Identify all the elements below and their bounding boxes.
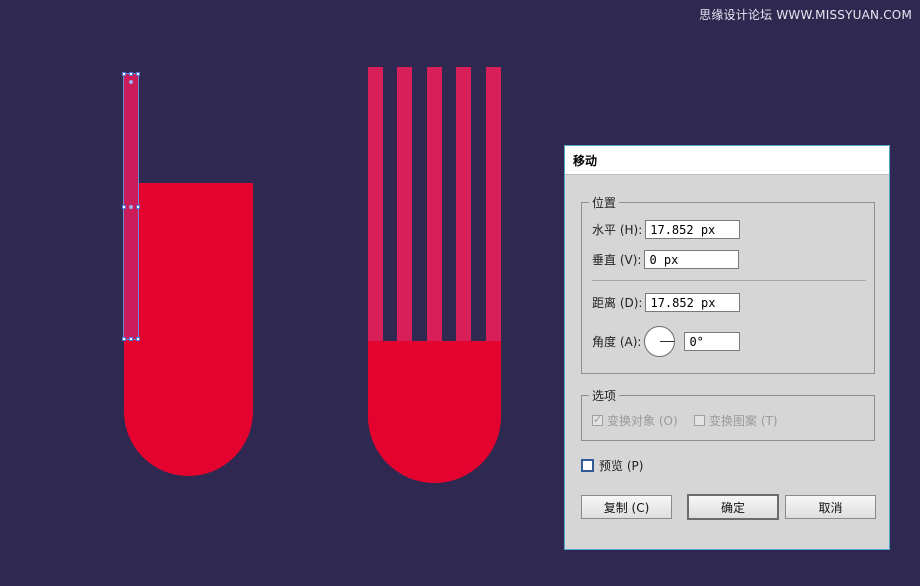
distance-row: 距离 (D): 17.852 px [592, 293, 741, 312]
move-dialog: 移动 位置 水平 (H): 17.852 px 垂直 (V): 0 px 距离 … [564, 145, 890, 550]
selection-mid-point [129, 205, 133, 209]
angle-row: 角度 (A): 0° [592, 326, 741, 357]
pink-strip-5[interactable] [486, 67, 501, 347]
selection-handle-bl[interactable] [122, 337, 126, 341]
transform-objects-option[interactable]: 变换对象 (O) [592, 412, 678, 429]
ok-button[interactable]: 确定 [687, 494, 779, 520]
horizontal-input[interactable]: 17.852 px [645, 220, 741, 239]
selection-handle-tm[interactable] [129, 72, 133, 76]
angle-dial[interactable] [644, 326, 676, 357]
cancel-button[interactable]: 取消 [785, 495, 876, 519]
selection-handle-bm[interactable] [129, 337, 133, 341]
red-half-circle-left[interactable] [124, 346, 253, 476]
selection-center-point [129, 80, 133, 84]
selection-handle-mr[interactable] [136, 205, 140, 209]
transform-objects-checkbox[interactable] [592, 413, 603, 426]
preview-option[interactable]: 预览 (P) [581, 457, 643, 474]
pink-strip-4[interactable] [456, 67, 471, 347]
transform-pattern-label: 变换图案 (T) [709, 414, 778, 428]
red-half-circle-right[interactable] [368, 350, 501, 483]
pink-strip-2[interactable] [397, 67, 412, 347]
selection-handle-tr[interactable] [136, 72, 140, 76]
transform-pattern-checkbox[interactable] [694, 415, 705, 426]
preview-checkbox[interactable] [581, 459, 594, 472]
position-group-title: 位置 [589, 194, 620, 211]
watermark: 思缘设计论坛 WWW.MISSYUAN.COM [699, 8, 912, 22]
distance-label: 距离 (D): [592, 296, 643, 310]
preview-label: 预览 (P) [599, 459, 644, 473]
selection-handle-ml[interactable] [122, 205, 126, 209]
transform-pattern-option[interactable]: 变换图案 (T) [694, 412, 778, 429]
transform-objects-label: 变换对象 (O) [607, 414, 678, 428]
dialog-title: 移动 [565, 146, 889, 175]
horizontal-row: 水平 (H): 17.852 px [592, 220, 741, 239]
vertical-label: 垂直 (V): [592, 253, 642, 267]
vertical-input[interactable]: 0 px [644, 250, 740, 269]
pink-strip-3[interactable] [427, 67, 442, 347]
distance-input[interactable]: 17.852 px [645, 293, 741, 312]
position-separator [592, 280, 866, 281]
pink-strip-1[interactable] [368, 67, 383, 347]
copy-button[interactable]: 复制 (C) [581, 495, 672, 519]
selection-handle-tl[interactable] [122, 72, 126, 76]
vertical-row: 垂直 (V): 0 px [592, 250, 740, 269]
options-group-title: 选项 [589, 387, 620, 404]
angle-label: 角度 (A): [592, 335, 642, 349]
horizontal-label: 水平 (H): [592, 223, 643, 237]
selection-handle-br[interactable] [136, 337, 140, 341]
angle-input[interactable]: 0° [684, 332, 741, 351]
